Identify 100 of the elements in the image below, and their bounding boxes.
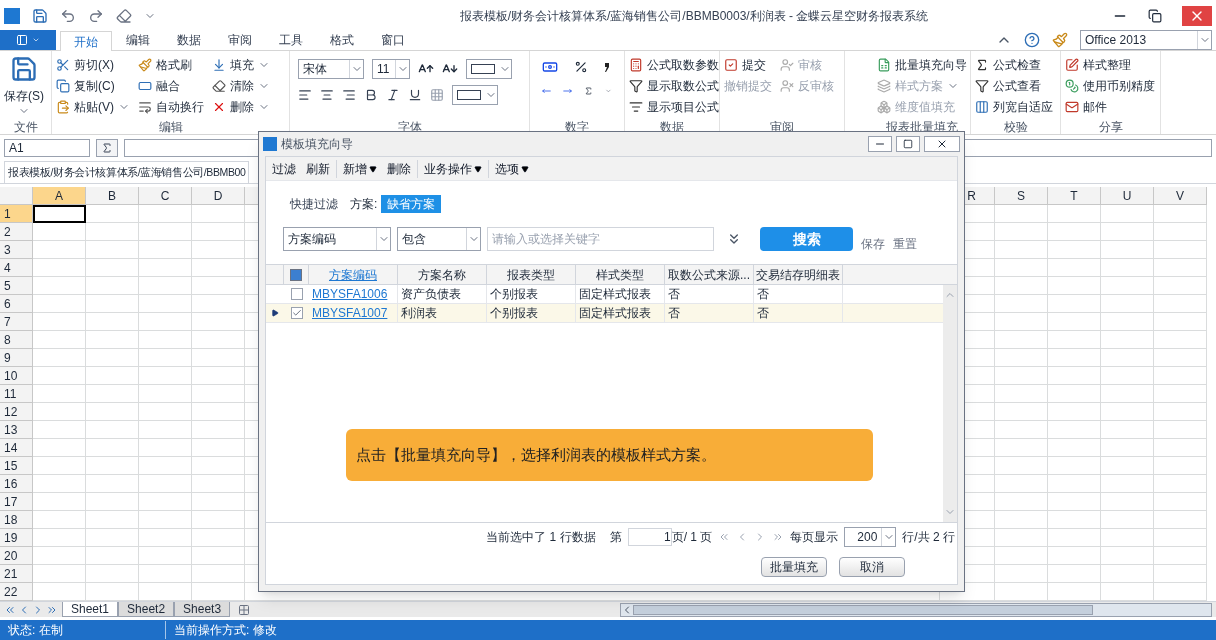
grid-cell[interactable]: [192, 403, 245, 421]
grid-cell[interactable]: [192, 421, 245, 439]
column-header[interactable]: 取数公式来源...: [665, 265, 754, 284]
grid-cell[interactable]: [86, 385, 139, 403]
grid-cell[interactable]: [192, 439, 245, 457]
ribbon-tab[interactable]: 开始: [60, 31, 112, 51]
column-header[interactable]: U: [1101, 187, 1154, 205]
grid-cell[interactable]: [86, 475, 139, 493]
grid-cell[interactable]: [1048, 223, 1101, 241]
grid-cell[interactable]: [1154, 277, 1207, 295]
grid-cell[interactable]: [33, 223, 86, 241]
grid-cell[interactable]: [139, 457, 192, 475]
ribbon-button[interactable]: 复制(C): [56, 76, 130, 95]
align-right-icon[interactable]: [342, 88, 356, 102]
grid-cell[interactable]: [86, 277, 139, 295]
ribbon-button[interactable]: 邮件: [1065, 97, 1155, 116]
grid-cell[interactable]: [995, 439, 1048, 457]
grid-cell[interactable]: [1154, 475, 1207, 493]
dialog-button[interactable]: 批量填充: [761, 557, 827, 577]
row-header[interactable]: 22: [0, 583, 33, 601]
ribbon-button[interactable]: 公式检查: [975, 55, 1053, 74]
grid-cell[interactable]: [192, 259, 245, 277]
paintbrush-icon[interactable]: [1052, 32, 1068, 48]
row-header[interactable]: 19: [0, 529, 33, 547]
grid-cell[interactable]: [1101, 475, 1154, 493]
grid-cell[interactable]: [139, 331, 192, 349]
toolbar-button[interactable]: 业务操作: [421, 159, 485, 178]
grid-cell[interactable]: [1101, 529, 1154, 547]
grid-cell[interactable]: [1101, 457, 1154, 475]
grid-cell[interactable]: [139, 529, 192, 547]
grid-cell[interactable]: [1154, 367, 1207, 385]
maximize-button[interactable]: [896, 136, 920, 152]
grid-cell[interactable]: [86, 457, 139, 475]
ribbon-button[interactable]: 格式刷: [138, 55, 204, 74]
grid-cell[interactable]: [33, 331, 86, 349]
fill-color-select[interactable]: [452, 85, 498, 105]
active-cell[interactable]: [33, 205, 86, 223]
grid-cell[interactable]: [1048, 259, 1101, 277]
grid-cell[interactable]: [86, 565, 139, 583]
ribbon-button[interactable]: 粘贴(V): [56, 97, 130, 116]
grid-cell[interactable]: [192, 475, 245, 493]
grid-cell[interactable]: [86, 205, 139, 223]
column-header[interactable]: T: [1048, 187, 1101, 205]
grid-cell[interactable]: [1048, 529, 1101, 547]
grid-cell[interactable]: [1154, 223, 1207, 241]
ribbon-button[interactable]: 清除: [212, 76, 270, 95]
grid-cell[interactable]: [1101, 439, 1154, 457]
grid-cell[interactable]: [1101, 403, 1154, 421]
grid-cell[interactable]: [33, 475, 86, 493]
grid-cell[interactable]: [995, 385, 1048, 403]
minimize-button[interactable]: [868, 136, 892, 152]
grid-cell[interactable]: [1154, 241, 1207, 259]
toolbar-button[interactable]: 过滤: [269, 159, 299, 178]
sheet-tab[interactable]: Sheet2: [118, 602, 175, 617]
grid-cell[interactable]: [192, 529, 245, 547]
grid-cell[interactable]: [1048, 511, 1101, 529]
grid-cell[interactable]: [995, 565, 1048, 583]
grid-cell[interactable]: [33, 349, 86, 367]
grid-cell[interactable]: [86, 493, 139, 511]
add-sheet-icon[interactable]: [238, 603, 251, 616]
grid-cell[interactable]: [1101, 511, 1154, 529]
ribbon-button[interactable]: 显示项目公式: [629, 97, 719, 116]
currency-icon[interactable]: [542, 59, 558, 75]
grid-cell[interactable]: [995, 241, 1048, 259]
grid-cell[interactable]: [1154, 511, 1207, 529]
grid-cell[interactable]: [33, 529, 86, 547]
grid-cell[interactable]: [1048, 277, 1101, 295]
column-header[interactable]: 样式类型: [576, 265, 665, 284]
grid-cell[interactable]: [1048, 439, 1101, 457]
grid-cell[interactable]: [86, 583, 139, 601]
grid-cell[interactable]: [139, 547, 192, 565]
grid-cell[interactable]: [192, 331, 245, 349]
ribbon-tab[interactable]: 格式: [316, 30, 367, 50]
filter-link[interactable]: 保存: [861, 235, 885, 253]
grid-cell[interactable]: [995, 529, 1048, 547]
ribbon-button[interactable]: 剪切(X): [56, 55, 130, 74]
grid-cell[interactable]: [995, 349, 1048, 367]
grid-cell[interactable]: [1154, 565, 1207, 583]
grid-cell[interactable]: [1101, 385, 1154, 403]
grid-cell[interactable]: [86, 295, 139, 313]
select-all-checkbox[interactable]: [290, 268, 302, 281]
row-header[interactable]: 18: [0, 511, 33, 529]
grid-cell[interactable]: [1154, 313, 1207, 331]
align-center-icon[interactable]: [320, 88, 334, 102]
ribbon-button[interactable]: 填充: [212, 55, 270, 74]
italic-icon[interactable]: [386, 88, 400, 102]
row-header[interactable]: 2: [0, 223, 33, 241]
grid-cell[interactable]: [1154, 421, 1207, 439]
grid-cell[interactable]: [995, 403, 1048, 421]
close-button[interactable]: [924, 136, 960, 152]
grid-cell[interactable]: [192, 367, 245, 385]
ribbon-button[interactable]: 公式取数参数: [629, 55, 719, 74]
grid-cell[interactable]: [139, 439, 192, 457]
grid-cell[interactable]: [139, 259, 192, 277]
grid-cell[interactable]: [86, 547, 139, 565]
grid-cell[interactable]: [1048, 331, 1101, 349]
ribbon-tab[interactable]: 工具: [265, 30, 316, 50]
grid-cell[interactable]: [192, 457, 245, 475]
row-checkbox[interactable]: [290, 288, 303, 300]
grid-cell[interactable]: [1154, 583, 1207, 601]
